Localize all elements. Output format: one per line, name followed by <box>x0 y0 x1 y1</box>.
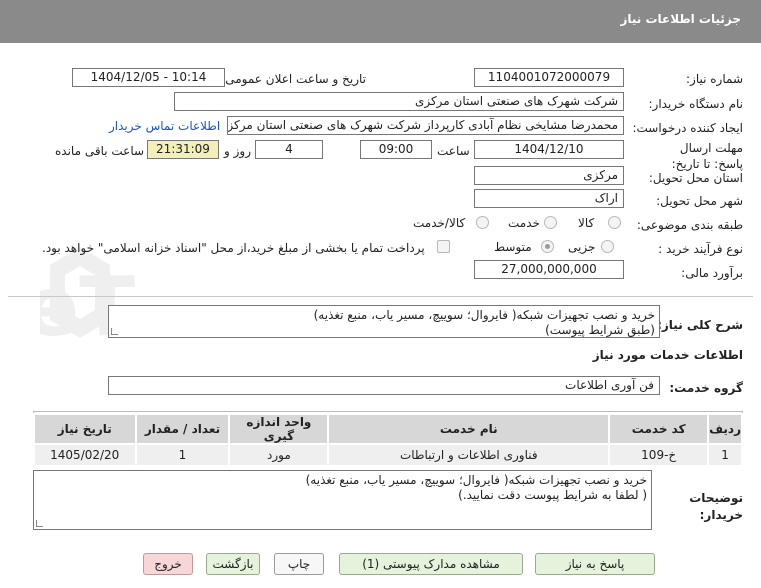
process-medium-radio[interactable] <box>541 240 554 253</box>
category-goods-service-label: کالا/خدمت <box>413 216 466 230</box>
process-label: نوع فرآیند خرید : <box>658 242 743 256</box>
col-unit: واحد اندازه گیری <box>228 413 330 445</box>
category-goods-label: کالا <box>578 216 595 230</box>
reply-button[interactable]: پاسخ به نیاز <box>535 553 655 575</box>
province-label: استان محل تحویل: <box>648 171 743 185</box>
resize-grip-icon[interactable] <box>36 520 43 527</box>
summary-textarea[interactable]: خرید و نصب تجهیزات شبکه( فایروال؛ سوییچ،… <box>108 305 660 338</box>
col-service-code: کد خدمت <box>608 413 710 445</box>
col-row: ردیف <box>707 413 743 445</box>
buyer-notes-textarea[interactable]: خرید و نصب تجهیزات شبکه( فایروال؛ سوییچ،… <box>33 470 652 530</box>
process-minor-label: جزیی <box>568 240 596 254</box>
deadline-time-field: 09:00 <box>360 140 432 159</box>
cell-service-name: فناوری اطلاعات و ارتباطات <box>327 443 611 467</box>
buyer-notes-line-1: خرید و نصب تجهیزات شبکه( فایروال؛ سوییچ،… <box>305 473 647 487</box>
cell-service-code: خ-109 <box>608 443 710 467</box>
divider <box>8 296 753 297</box>
category-service-radio[interactable] <box>544 216 557 229</box>
buyer-org-field: شرکت شهرک های صنعتی استان مرکزی <box>174 92 624 111</box>
days-label: روز و <box>224 144 251 158</box>
process-minor-radio[interactable] <box>601 240 614 253</box>
table-row: 1 خ-109 فناوری اطلاعات و ارتباطات مورد 1… <box>33 443 743 467</box>
deadline-label: مهلت ارسال پاسخ: تا تاریخ: <box>671 141 743 171</box>
announce-field: 1404/12/05 - 10:14 <box>72 68 225 87</box>
province-field: مرکزی <box>474 166 624 185</box>
col-service-name: نام خدمت <box>327 413 611 445</box>
cell-unit: مورد <box>228 443 330 467</box>
summary-line-2: (طبق شرایط پیوست) <box>545 323 655 337</box>
remaining-time-field: 21:31:09 <box>147 140 219 159</box>
services-section-title: اطلاعات خدمات مورد نیاز <box>592 348 743 362</box>
need-number-label: شماره نیاز: <box>686 72 743 86</box>
table-header-row: ردیف کد خدمت نام خدمت واحد اندازه گیری ت… <box>33 413 743 445</box>
creator-field: محمدرضا مشایخی نظام آبادی کارپرداز شرکت … <box>227 116 624 135</box>
page-title: جزئیات اطلاعات نیاز <box>620 12 741 26</box>
buyer-contact-link[interactable]: اطلاعات تماس خریدار <box>109 119 220 133</box>
treasury-payment-note: پرداخت تمام یا بخشی از مبلغ خرید،از محل … <box>42 241 425 255</box>
cell-quantity: 1 <box>134 443 231 467</box>
buyer-notes-label: توضیحات خریدار: <box>689 491 743 522</box>
deadline-time-label: ساعت <box>437 144 470 158</box>
remaining-label: ساعت باقی مانده <box>55 144 145 158</box>
creator-label: ایجاد کننده درخواست: <box>632 121 743 135</box>
buyer-notes-line-2: ( لطفا به شرایط پیوست دقت نمایید.) <box>458 488 647 502</box>
city-label: شهر محل تحویل: <box>656 194 743 208</box>
header-bar: جزئیات اطلاعات نیاز <box>0 0 761 43</box>
items-table: ردیف کد خدمت نام خدمت واحد اندازه گیری ت… <box>33 413 743 467</box>
need-number-field: 1104001072000079 <box>474 68 624 87</box>
category-service-label: خدمت <box>508 216 540 230</box>
exit-button[interactable]: خروج <box>143 553 193 575</box>
col-need-date: تاریخ نیاز <box>33 413 137 445</box>
announce-label: تاریخ و ساعت اعلان عمومی: <box>221 72 366 86</box>
category-label: طبقه بندی موضوعی: <box>636 218 743 232</box>
summary-line-1: خرید و نصب تجهیزات شبکه( فایروال؛ سوییچ،… <box>313 308 655 322</box>
back-button[interactable]: بازگشت <box>206 553 260 575</box>
service-group-label: گروه خدمت: <box>669 381 743 395</box>
print-button[interactable]: چاپ <box>274 553 324 575</box>
cell-row: 1 <box>707 443 743 467</box>
summary-label: شرح کلی نیاز: <box>657 318 743 332</box>
category-goods-service-radio[interactable] <box>476 216 489 229</box>
estimate-field: 27,000,000,000 <box>474 260 624 279</box>
deadline-date-field: 1404/12/10 <box>474 140 624 159</box>
service-group-field: فن آوری اطلاعات <box>108 376 660 395</box>
buyer-org-label: نام دستگاه خریدار: <box>648 97 744 111</box>
col-quantity: تعداد / مقدار <box>134 413 231 445</box>
attachments-button[interactable]: مشاهده مدارک پیوستی (1) <box>339 553 523 575</box>
cell-need-date: 1405/02/20 <box>33 443 137 467</box>
process-medium-label: متوسط <box>494 240 532 254</box>
city-field: اراک <box>474 189 624 208</box>
resize-grip-icon[interactable] <box>111 328 118 335</box>
days-field: 4 <box>255 140 323 159</box>
estimate-label: برآورد مالی: <box>681 266 743 280</box>
category-goods-radio[interactable] <box>608 216 621 229</box>
treasury-payment-checkbox[interactable] <box>437 240 450 253</box>
